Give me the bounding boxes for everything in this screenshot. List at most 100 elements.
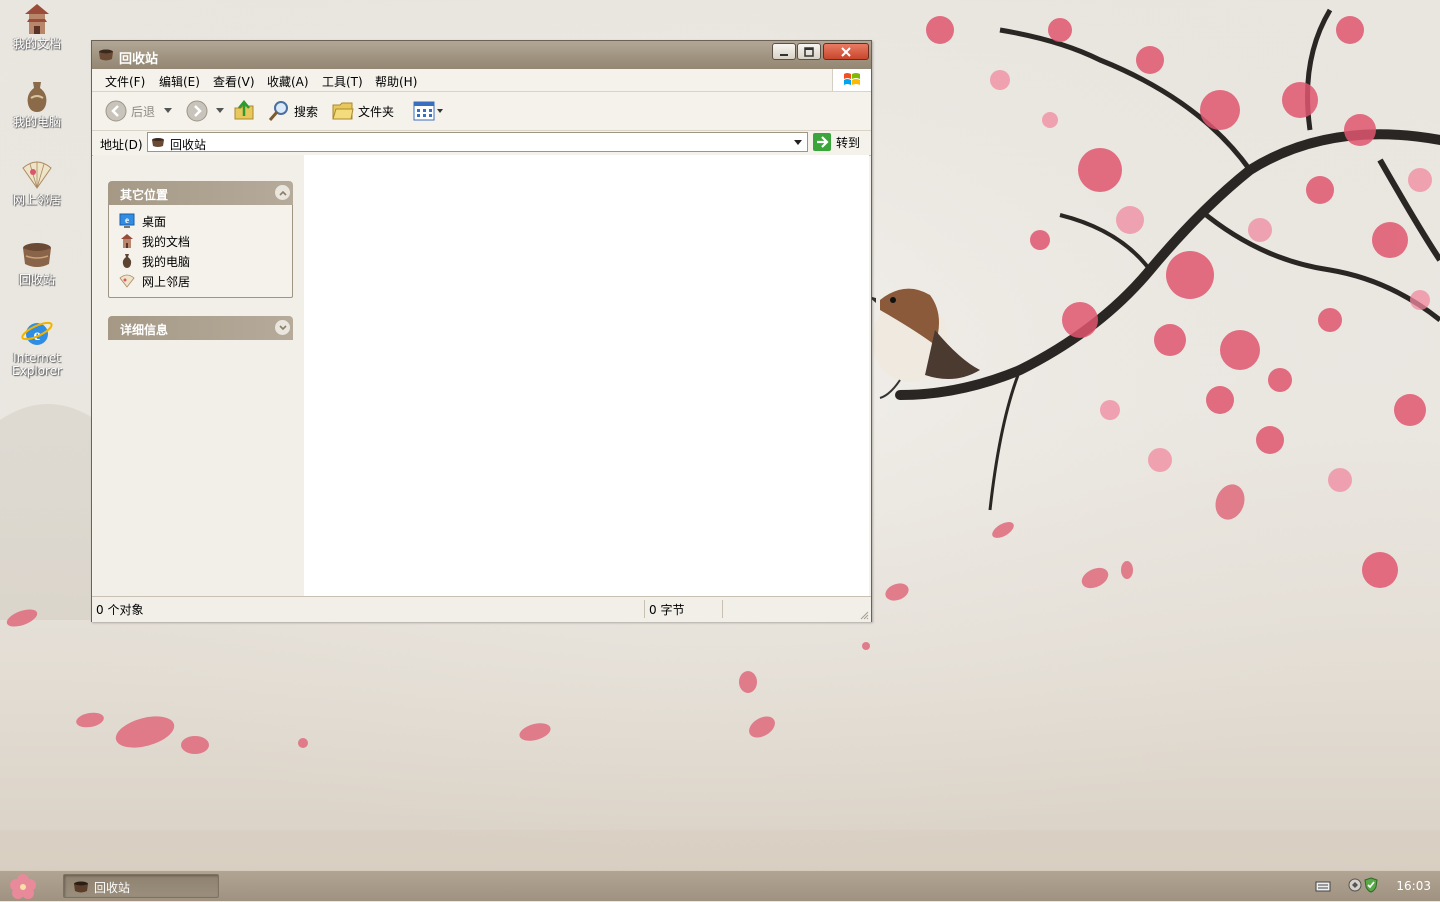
other-places-panel: 其它位置 e 桌面 我的文档 我的电脑 网上邻居	[108, 181, 293, 298]
system-tray: 16:03	[1310, 871, 1440, 901]
recycle-bin-window: 回收站 文件(F) 编辑(E) 查看(V) 收藏(A) 工具(T) 帮助(H)	[91, 40, 872, 622]
forward-arrow-icon	[186, 100, 208, 122]
expand-button[interactable]	[275, 320, 290, 335]
close-button[interactable]	[823, 43, 869, 60]
pagoda-icon	[25, 4, 49, 34]
pagoda-icon	[121, 234, 133, 248]
taskbar-item-recycle-bin[interactable]: 回收站	[63, 874, 219, 898]
search-label: 搜索	[294, 104, 319, 119]
menu-tools[interactable]: 工具(T)	[322, 73, 363, 90]
up-folder-button[interactable]	[233, 99, 255, 123]
address-label: 地址(D)	[100, 138, 143, 152]
network-status-icon[interactable]	[1348, 878, 1362, 892]
go-button[interactable]: 转到	[813, 133, 860, 151]
menu-file[interactable]: 文件(F)	[105, 73, 145, 90]
details-title: 详细信息	[120, 323, 169, 337]
desktop-icon-label: 网上邻居	[12, 193, 61, 207]
windows-flag-icon	[844, 73, 860, 85]
toolbar: 后退 搜索 文件夹	[92, 92, 871, 131]
resize-grip-icon[interactable]	[859, 610, 869, 620]
views-grid-icon	[413, 101, 435, 121]
collapse-button[interactable]	[275, 185, 290, 200]
menu-edit[interactable]: 编辑(E)	[159, 73, 200, 90]
internet-explorer-icon: e	[21, 321, 53, 345]
recycle-bin-pot-icon	[99, 49, 113, 61]
minimize-button[interactable]	[772, 43, 796, 60]
desktop-icon-label: Internet Explorer	[12, 351, 62, 378]
place-link-label: 桌面	[142, 214, 167, 229]
desktop-icon: e	[119, 213, 135, 228]
address-value: 回收站	[170, 138, 207, 152]
chevron-down-icon	[437, 108, 443, 113]
address-input[interactable]: 回收站	[147, 132, 808, 152]
desktop-icon-my-computer[interactable]: 我的电脑	[4, 80, 70, 129]
vase-icon	[27, 82, 47, 112]
chevron-down-icon	[164, 108, 172, 113]
menu-help[interactable]: 帮助(H)	[375, 73, 417, 90]
details-header[interactable]: 详细信息	[108, 316, 293, 340]
back-button[interactable]: 后退	[105, 99, 155, 123]
file-list-area[interactable]	[304, 155, 869, 596]
desktop-icon-recycle-bin[interactable]: 回收站	[4, 238, 70, 287]
back-dropdown[interactable]	[164, 99, 172, 123]
recycle-bin-pot-icon	[152, 138, 164, 147]
start-button[interactable]	[8, 873, 38, 899]
desktop-icon-my-documents[interactable]: 我的文档	[4, 2, 70, 51]
security-shield-icon[interactable]	[1364, 877, 1378, 893]
maximize-button[interactable]	[797, 43, 821, 60]
address-dropdown-button[interactable]	[791, 135, 805, 149]
place-link-label: 我的文档	[142, 234, 191, 249]
place-link-label: 我的电脑	[142, 254, 191, 269]
views-button[interactable]	[413, 99, 443, 123]
other-places-body: e 桌面 我的文档 我的电脑 网上邻居	[108, 205, 293, 298]
folder-up-icon	[234, 100, 254, 120]
chevron-down-icon	[216, 108, 224, 113]
search-icon	[268, 101, 288, 121]
address-bar: 地址(D) 回收站 转到	[92, 131, 871, 156]
taskbar: 回收站 16:03	[0, 870, 1440, 901]
clock: 16:03	[1396, 879, 1431, 893]
status-divider	[722, 600, 723, 618]
menu-favorites[interactable]: 收藏(A)	[267, 73, 309, 90]
status-bar: 0 个对象 0 字节	[92, 596, 871, 622]
windows-logo	[832, 69, 871, 91]
title-bar[interactable]: 回收站	[92, 41, 871, 70]
restore-icon	[804, 46, 814, 57]
status-size: 0 字节	[649, 603, 685, 617]
place-link-my-documents[interactable]: 我的文档	[119, 231, 292, 251]
fan-icon	[22, 161, 52, 189]
desktop-icon-label: 回收站	[18, 273, 55, 287]
place-link-network[interactable]: 网上邻居	[119, 271, 292, 291]
chevron-down-icon	[794, 139, 802, 145]
place-link-desktop[interactable]: e 桌面	[119, 211, 292, 231]
folder-icon	[332, 102, 354, 120]
go-arrow-icon	[813, 133, 831, 151]
svg-text:e: e	[125, 215, 129, 225]
taskbar-item-label: 回收站	[94, 881, 131, 895]
other-places-header[interactable]: 其它位置	[108, 181, 293, 205]
minimize-icon	[780, 53, 788, 56]
forward-dropdown[interactable]	[216, 99, 224, 123]
chevron-down-icon	[278, 324, 287, 330]
window-title: 回收站	[119, 52, 159, 67]
chevron-up-icon	[278, 190, 287, 196]
keyboard-icon[interactable]	[1315, 879, 1331, 893]
folders-button[interactable]: 文件夹	[332, 99, 394, 123]
folders-label: 文件夹	[358, 104, 395, 119]
place-link-my-computer[interactable]: 我的电脑	[119, 251, 292, 271]
plum-blossom-start-icon	[10, 874, 36, 899]
desktop-icon-network[interactable]: 网上邻居	[4, 158, 70, 207]
recycle-bin-pot-icon	[74, 881, 88, 893]
task-pane: 其它位置 e 桌面 我的文档 我的电脑 网上邻居 详细信息	[93, 155, 304, 596]
search-button[interactable]: 搜索	[268, 99, 318, 123]
fan-icon	[119, 274, 135, 288]
forward-button[interactable]	[186, 99, 208, 123]
menu-view[interactable]: 查看(V)	[213, 73, 255, 90]
desktop-icon-internet-explorer[interactable]: e Internet Explorer	[4, 316, 70, 378]
desktop-icon-label: 我的文档	[12, 37, 61, 51]
status-object-count: 0 个对象	[96, 603, 144, 617]
menu-bar: 文件(F) 编辑(E) 查看(V) 收藏(A) 工具(T) 帮助(H)	[92, 69, 871, 92]
details-panel: 详细信息	[108, 316, 293, 340]
vase-icon	[122, 254, 132, 268]
other-places-title: 其它位置	[120, 188, 169, 202]
